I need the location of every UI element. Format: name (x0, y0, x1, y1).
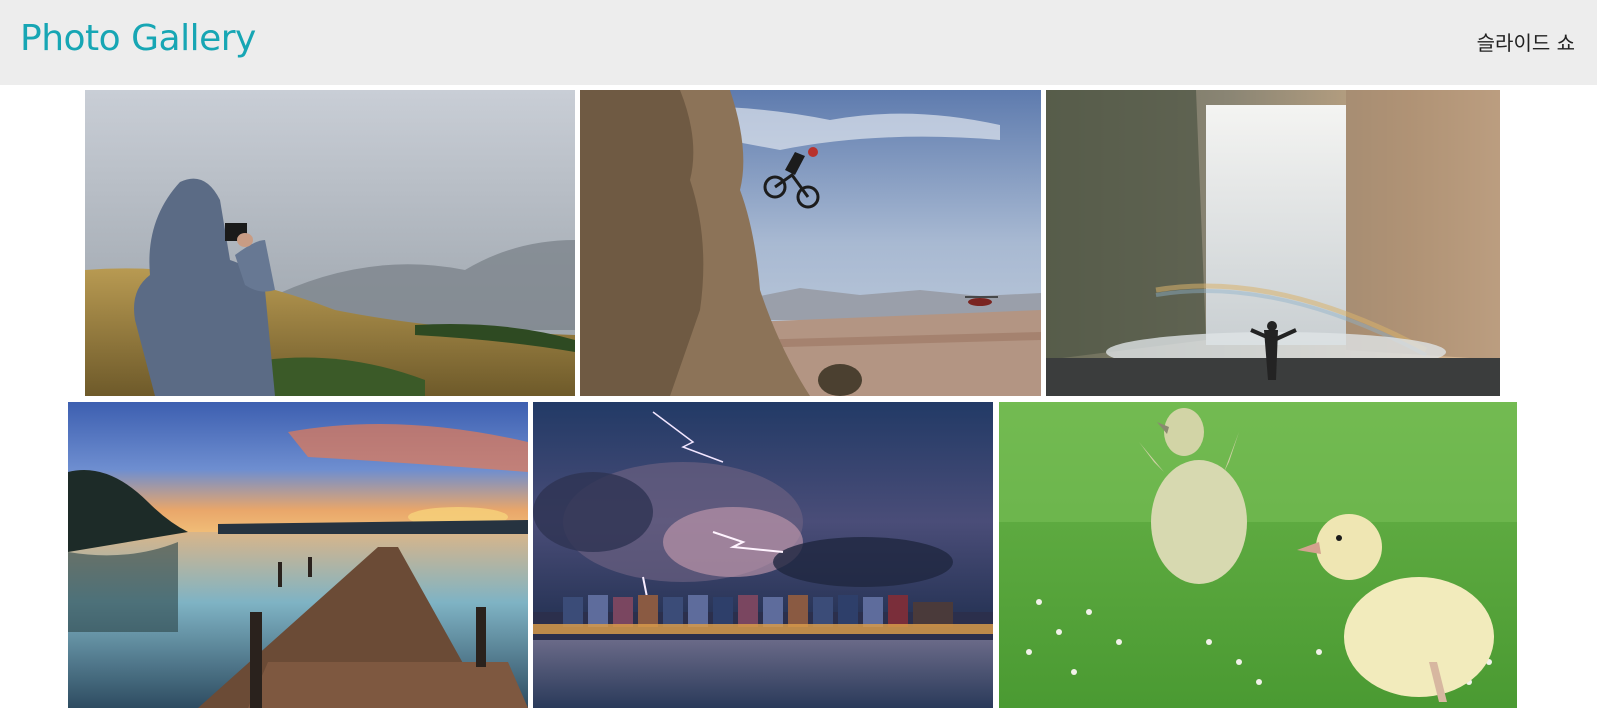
photo-image (1046, 90, 1500, 396)
site-logo[interactable]: Photo Gallery (20, 18, 256, 59)
gallery-photo-pier-sunset[interactable] (68, 402, 528, 708)
photo-image (999, 402, 1517, 708)
photo-image (580, 90, 1041, 396)
gallery-photo-mountain-bike-jump[interactable] (580, 90, 1041, 396)
photo-image (68, 402, 528, 708)
photo-image (85, 90, 575, 396)
gallery-photo-waterfall-rainbow[interactable] (1046, 90, 1500, 396)
top-navigation-bar: Photo Gallery 슬라이드 쇼 (0, 0, 1597, 85)
gallery-photo-ducklings[interactable] (999, 402, 1517, 708)
photo-image (533, 402, 993, 708)
gallery-photo-lightning-houses[interactable] (533, 402, 993, 708)
slideshow-link[interactable]: 슬라이드 쇼 (1477, 27, 1575, 56)
gallery-photo-hooded-photographer[interactable] (85, 90, 575, 396)
